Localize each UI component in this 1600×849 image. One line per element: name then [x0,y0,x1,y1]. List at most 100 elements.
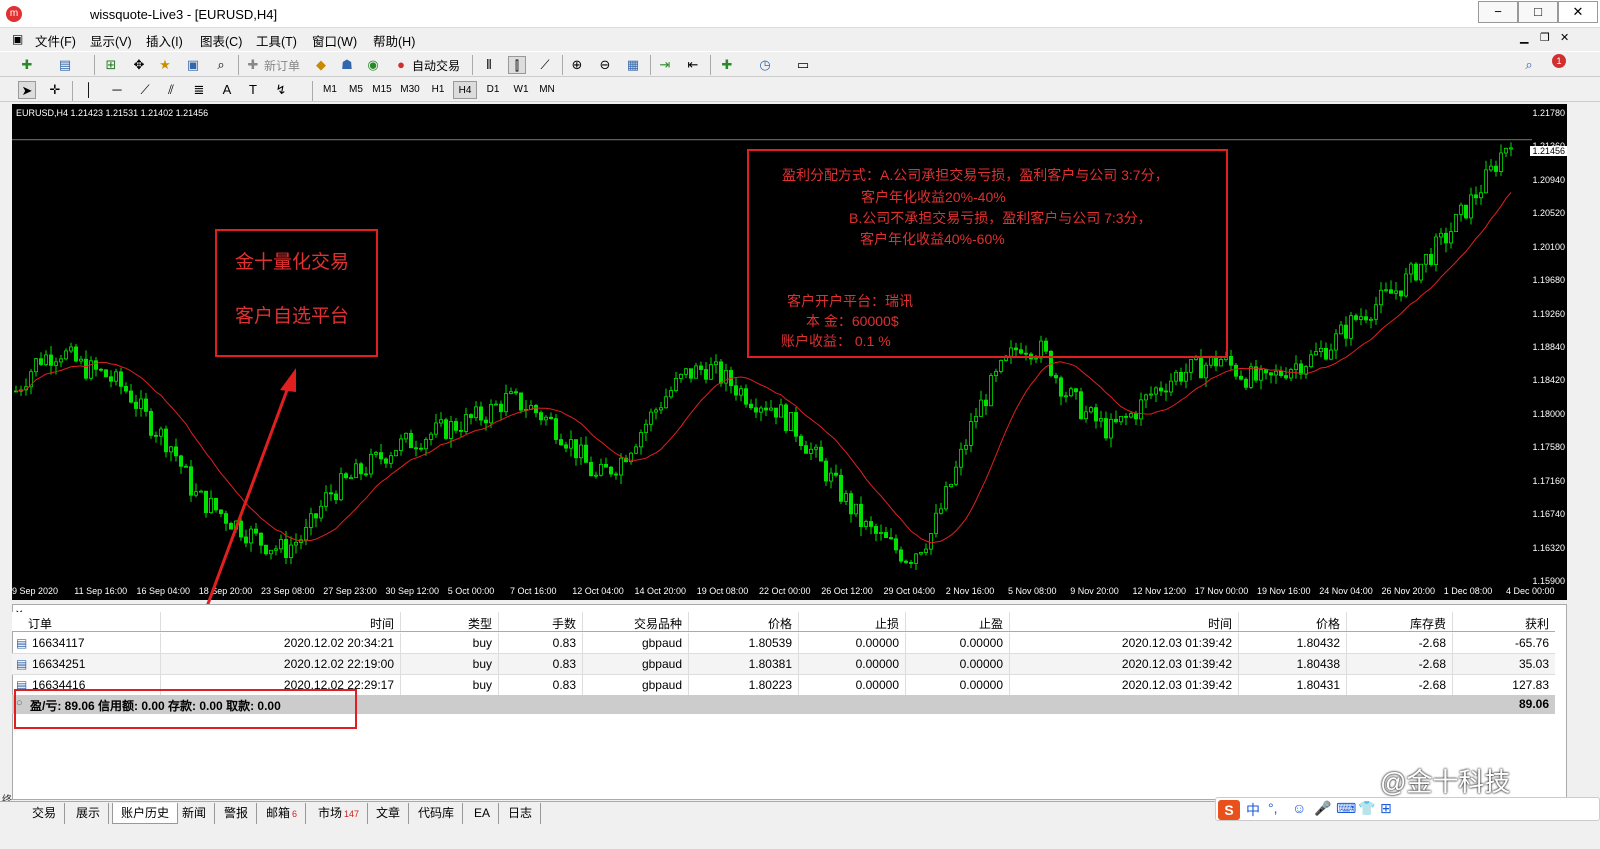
line-chart-icon[interactable]: ⟋ [536,56,554,74]
candle-body [1389,289,1394,294]
tab-3[interactable]: 新闻 [174,803,216,824]
column-header[interactable]: 订单 [28,615,52,632]
fibonacci-icon[interactable]: ≣ [190,81,208,99]
column-header[interactable]: 库存费 [1410,615,1446,632]
tab-8[interactable]: 代码库 [410,803,464,824]
crosshair-icon[interactable]: ✛ [46,81,64,99]
child-close-icon[interactable]: ✕ [1560,31,1569,44]
ime-emoji-icon[interactable]: ☺ [1292,800,1306,816]
column-header[interactable]: 价格 [1316,615,1340,632]
column-header[interactable]: 止损 [875,615,899,632]
auto-scroll-icon[interactable]: ⇥ [656,56,674,74]
ime-voice-icon[interactable]: 🎤 [1314,800,1331,817]
trendline-icon[interactable]: ⟋ [136,81,154,99]
ime-logo[interactable]: S [1218,800,1240,820]
market-watch-icon[interactable]: ⊞ [102,56,120,74]
ime-tools-icon[interactable]: ⊞ [1380,800,1392,817]
bar-chart-icon[interactable]: ⫴ [480,56,498,74]
new-order-button[interactable]: 新订单 [264,57,300,74]
tab-6[interactable]: 市场 147 [310,803,369,824]
tab-4[interactable]: 警报 [216,803,258,824]
tab-5[interactable]: 邮箱 6 [258,803,307,824]
arrows-icon[interactable]: ↯ [272,81,290,99]
column-header[interactable]: 获利 [1525,615,1549,632]
cursor-icon[interactable]: ➤ [18,81,36,99]
chart-shift-icon[interactable]: ⇤ [684,56,702,74]
menu-chart[interactable]: 图表(C) [200,31,242,50]
table-cell: 16634251 [32,657,86,671]
child-restore-icon[interactable]: ❐ [1540,31,1550,44]
vertical-line-icon[interactable]: │ [80,81,98,99]
table-cell: 0.00000 [959,657,1003,671]
column-header[interactable]: 类型 [468,615,492,632]
ime-skin-icon[interactable]: 👕 [1358,800,1375,817]
column-header[interactable]: 止盈 [979,615,1003,632]
timeframe-m15[interactable]: M15 [370,81,394,99]
tester-icon[interactable]: ⌕ [212,56,230,74]
column-header[interactable]: 时间 [370,615,394,632]
tab-9[interactable]: EA [466,803,500,824]
search-icon[interactable]: ⌕ [1520,56,1538,74]
candlestick-icon[interactable]: ⫿ [508,56,526,74]
menu-file[interactable]: 文件(F) [35,31,76,50]
data-window-icon[interactable]: ★ [156,56,174,74]
text-label-icon[interactable]: T [244,81,262,99]
menu-insert[interactable]: 插入(I) [146,31,183,50]
price-chart[interactable]: EURUSD,H4 1.21423 1.21531 1.21402 1.2145… [12,104,1567,600]
notification-badge-icon[interactable]: 1 [1552,54,1566,68]
channel-icon[interactable]: ⫽ [162,81,180,99]
candle-body [794,412,799,437]
child-minimize-icon[interactable]: ▁ [1520,31,1528,44]
metaeditor-icon[interactable]: ◆ [312,56,330,74]
timeframe-w1[interactable]: W1 [509,81,533,99]
column-header[interactable]: 价格 [768,615,792,632]
terminal-icon[interactable]: ▣ [184,56,202,74]
ime-mode[interactable]: 中 [1246,800,1260,820]
tab-0[interactable]: 交易 [24,803,66,824]
app-menu-icon[interactable]: ▣ [12,32,23,46]
templates-icon[interactable]: ▭ [794,56,812,74]
periods-icon[interactable]: ◷ [756,56,774,74]
tab-1[interactable]: 展示 [68,803,110,824]
community-icon[interactable]: ☗ [338,56,356,74]
tab-2[interactable]: 账户历史 [112,803,179,824]
signals-icon[interactable]: ◉ [364,56,382,74]
indicators-icon[interactable]: ✚ [718,56,736,74]
timeframe-m5[interactable]: M5 [344,81,368,99]
timeframe-d1[interactable]: D1 [481,81,505,99]
new-chart-icon[interactable]: ✚ [18,56,36,74]
new-order-icon[interactable]: ✚ [244,56,262,74]
navigator-icon[interactable]: ✥ [130,56,148,74]
auto-trade-button[interactable]: 自动交易 [412,57,460,74]
zoom-in-icon[interactable]: ⊕ [568,56,586,74]
timeframe-m1[interactable]: M1 [318,81,342,99]
profiles-icon[interactable]: ▤ [56,56,74,74]
column-header[interactable]: 时间 [1208,615,1232,632]
horizontal-line-icon[interactable]: ─ [108,81,126,99]
tab-10[interactable]: 日志 [500,803,542,824]
menu-window[interactable]: 窗口(W) [312,31,357,50]
table-row[interactable]: ▤ 16634251 2020.12.02 22:19:00 buy 0.83 gbpau… [12,654,1555,675]
ime-keyboard-icon[interactable]: ⌨ [1336,800,1356,817]
menu-tools[interactable]: 工具(T) [256,31,297,50]
text-icon[interactable]: A [218,81,236,99]
column-header[interactable]: 交易品种 [634,615,682,632]
menu-view[interactable]: 显示(V) [90,31,132,50]
timeframe-mn[interactable]: MN [535,81,559,99]
ime-punct-icon[interactable]: °, [1268,800,1278,816]
table-row[interactable]: ▤ 16634117 2020.12.02 20:34:21 buy 0.83 gbpau… [12,633,1555,654]
timeframe-m30[interactable]: M30 [398,81,422,99]
menu-help[interactable]: 帮助(H) [373,31,415,50]
column-header[interactable]: 手数 [552,615,576,632]
zoom-out-icon[interactable]: ⊖ [596,56,614,74]
candle-body [684,368,689,375]
candle-body [1434,236,1439,265]
timeframe-h4[interactable]: H4 [453,81,477,99]
maximize-button[interactable]: □ [1518,1,1558,23]
timeframe-h1[interactable]: H1 [426,81,450,99]
tab-7[interactable]: 文章 [368,803,410,824]
auto-trade-icon[interactable]: ● [392,56,410,74]
minimize-button[interactable]: − [1478,1,1518,23]
close-button[interactable]: ✕ [1558,1,1598,23]
tile-windows-icon[interactable]: ▦ [624,56,642,74]
